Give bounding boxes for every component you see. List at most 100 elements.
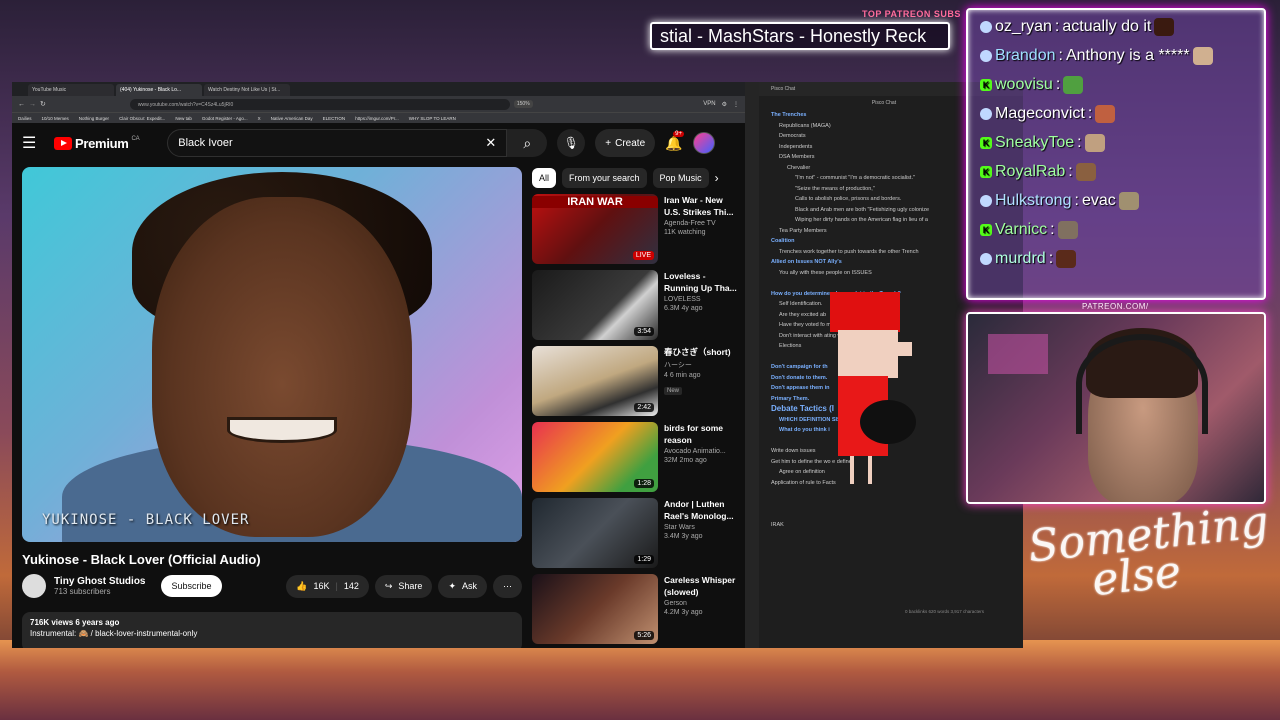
chip-pop-music[interactable]: Pop Music [652,168,709,188]
notifications-button[interactable]: 🔔 9+ [665,130,684,152]
menu-icon[interactable]: ☰ [22,133,44,153]
cartoon-character-overlay [830,292,916,484]
browser-tab[interactable]: Watch Destiny Not Like Us | St... [204,84,290,96]
chip-all[interactable]: All [532,168,557,188]
recommendation-item[interactable]: 3:54 Loveless - Running Up Tha... LOVELE… [532,270,737,342]
kick-badge-icon: K [980,79,992,91]
bookmark[interactable]: X [258,116,261,121]
recommendation-channel: Gerson [664,600,687,607]
bookmark[interactable]: Godot Register - Ago... [202,116,248,121]
user-badge-icon [980,253,992,265]
chat-message: Brandon: Anthony is a ***** [980,47,1213,65]
character-head [838,330,898,378]
bookmark[interactable]: Nothing Burger [79,116,109,121]
chat-separator: : [1074,192,1079,209]
chat-username[interactable]: Brandon [995,47,1056,65]
channel-avatar[interactable] [22,574,46,598]
chat-username[interactable]: woovisu [995,76,1053,94]
user-badge-icon [980,195,992,207]
voice-search-button[interactable]: 🎙 [557,129,586,157]
channel-name[interactable]: Tiny Ghost Studios [54,576,145,587]
chat-separator: : [1048,250,1054,267]
recommendation-channel: Agenda-Free TV [664,220,716,227]
bookmark[interactable]: Dailies [18,116,32,121]
chat-username[interactable]: oz_ryan [995,18,1052,36]
recommendation-item[interactable]: 5:26 Careless Whisper (slowed) Gerson 4.… [532,574,737,646]
extensions-icon[interactable]: ⚙ [722,101,727,108]
clear-search-icon[interactable]: ✕ [485,135,496,151]
duration-badge: 1:29 [634,555,654,564]
recommendation-title: birds for some reason [664,423,724,445]
chat-username[interactable]: Hulkstrong [995,192,1071,210]
recommendation-channel: Avocado Animatio... [664,448,726,455]
chat-text: Anthony is a ***** [1065,47,1190,64]
bookmark[interactable]: 10/10 Memes [42,116,69,121]
recommendation-title: Iran War - New U.S. Strikes Thi... [664,195,734,217]
vpn-button[interactable]: VPN [703,101,715,108]
chat-username[interactable]: SneakyToe [995,134,1074,152]
video-player[interactable]: YUKINOSE - BLACK LOVER [22,167,522,542]
forward-icon[interactable]: → [29,101,36,108]
subscribe-button[interactable]: Subscribe [161,575,222,597]
recommendation-item[interactable]: 2:42 春ひさぎ（short) ハーシー 4 6 min ago New [532,346,737,418]
recommendation-title: Andor | Luthen Rael's Monolog... [664,499,734,521]
bookmark[interactable]: Clair Obscur: Expedit... [119,116,165,121]
bookmark[interactable]: New tab [175,116,192,121]
reload-icon[interactable]: ↻ [40,100,46,108]
top-patreon-label: TOP PATREON SUBS [862,9,961,19]
search-input[interactable]: Black Ivoer ✕ [167,129,508,157]
notes-line [771,509,1021,520]
recommendation-title: Loveless - Running Up Tha... [664,271,737,293]
url-field[interactable]: www.youtube.com/watch?v=C4Sz4Lu5jRI0 [129,98,510,110]
bookmark[interactable]: Native American Day [271,116,313,121]
chat-emote-icon [1056,250,1077,268]
chat-emote-icon [1095,105,1116,123]
chat-username[interactable]: RoyalRab [995,163,1065,181]
search-value: Black Ivoer [178,137,233,149]
user-badge-icon [980,108,992,120]
recommendation-thumbnail: 3:54 [532,270,658,340]
address-bar-row: ← → ↻ www.youtube.com/watch?v=C4Sz4Lu5jR… [12,96,745,112]
channel-subscribers: 713 subscribers [54,587,111,596]
youtube-logo[interactable]: Premium CA [54,136,140,151]
recommendation-item[interactable]: IRAN WAR LIVE Iran War - New U.S. Strike… [532,194,737,266]
account-avatar[interactable] [692,132,715,154]
zoom-indicator[interactable]: 150% [513,100,533,108]
thumbnail-label: IRAN WAR [532,196,658,208]
video-frame-face [152,197,412,537]
chevron-right-icon[interactable]: › [715,171,719,185]
chat-username[interactable]: murdrd [995,250,1046,268]
ask-button[interactable]: ✦ Ask [438,574,487,598]
video-overlay-text: YUKINOSE - BLACK LOVER [42,512,250,528]
create-button[interactable]: + Create [595,129,656,157]
menu-icon[interactable]: ⋮ [733,101,739,108]
create-label: Create [615,137,646,149]
bookmark[interactable]: WHY SLOP TO LEARN [409,116,456,121]
chat-separator: : [1058,47,1063,64]
bookmark[interactable]: https://imgur.com/Pr... [355,116,399,121]
webcam-background-light [988,334,1048,374]
video-title: Yukinose - Black Lover (Official Audio) [22,552,261,567]
more-icon: ⋯ [503,580,512,591]
back-icon[interactable]: ← [18,101,25,108]
chat-message: Mageconvict: [980,105,1116,123]
like-dislike-button[interactable]: 👍 16K | 142 [286,574,369,598]
recommendation-title: 春ひさぎ（short) [664,347,731,357]
chat-message: Hulkstrong: evac [980,192,1139,210]
bell-icon: 🔔 [665,134,683,151]
recommendation-item[interactable]: 1:29 Andor | Luthen Rael's Monolog... St… [532,498,737,570]
browser-tab[interactable]: YouTube Music [28,84,114,96]
share-button[interactable]: ↪ Share [374,574,433,598]
bookmark[interactable]: ELECTION [323,116,346,121]
recommendation-item[interactable]: 1:28 birds for some reason Avocado Anima… [532,422,737,494]
recommendation-thumbnail: 5:26 [532,574,658,644]
more-actions-button[interactable]: ⋯ [493,574,522,598]
youtube-header: ☰ Premium CA Black Ivoer ✕ ⌕ 🎙 + Create 🔔… [12,123,745,163]
chip-from-search[interactable]: From your search [562,168,647,188]
browser-tab-active[interactable]: (404) Yukinose - Black Lo... [116,84,202,96]
browser-window: YouTube Music (404) Yukinose - Black Lo.… [12,82,745,648]
search-button[interactable]: ⌕ [507,129,548,157]
description-box[interactable]: 716K views 6 years ago Instrumental: 🙈 /… [22,612,522,648]
chat-username[interactable]: Mageconvict [995,105,1085,123]
chat-username[interactable]: Varnicc [995,221,1047,239]
